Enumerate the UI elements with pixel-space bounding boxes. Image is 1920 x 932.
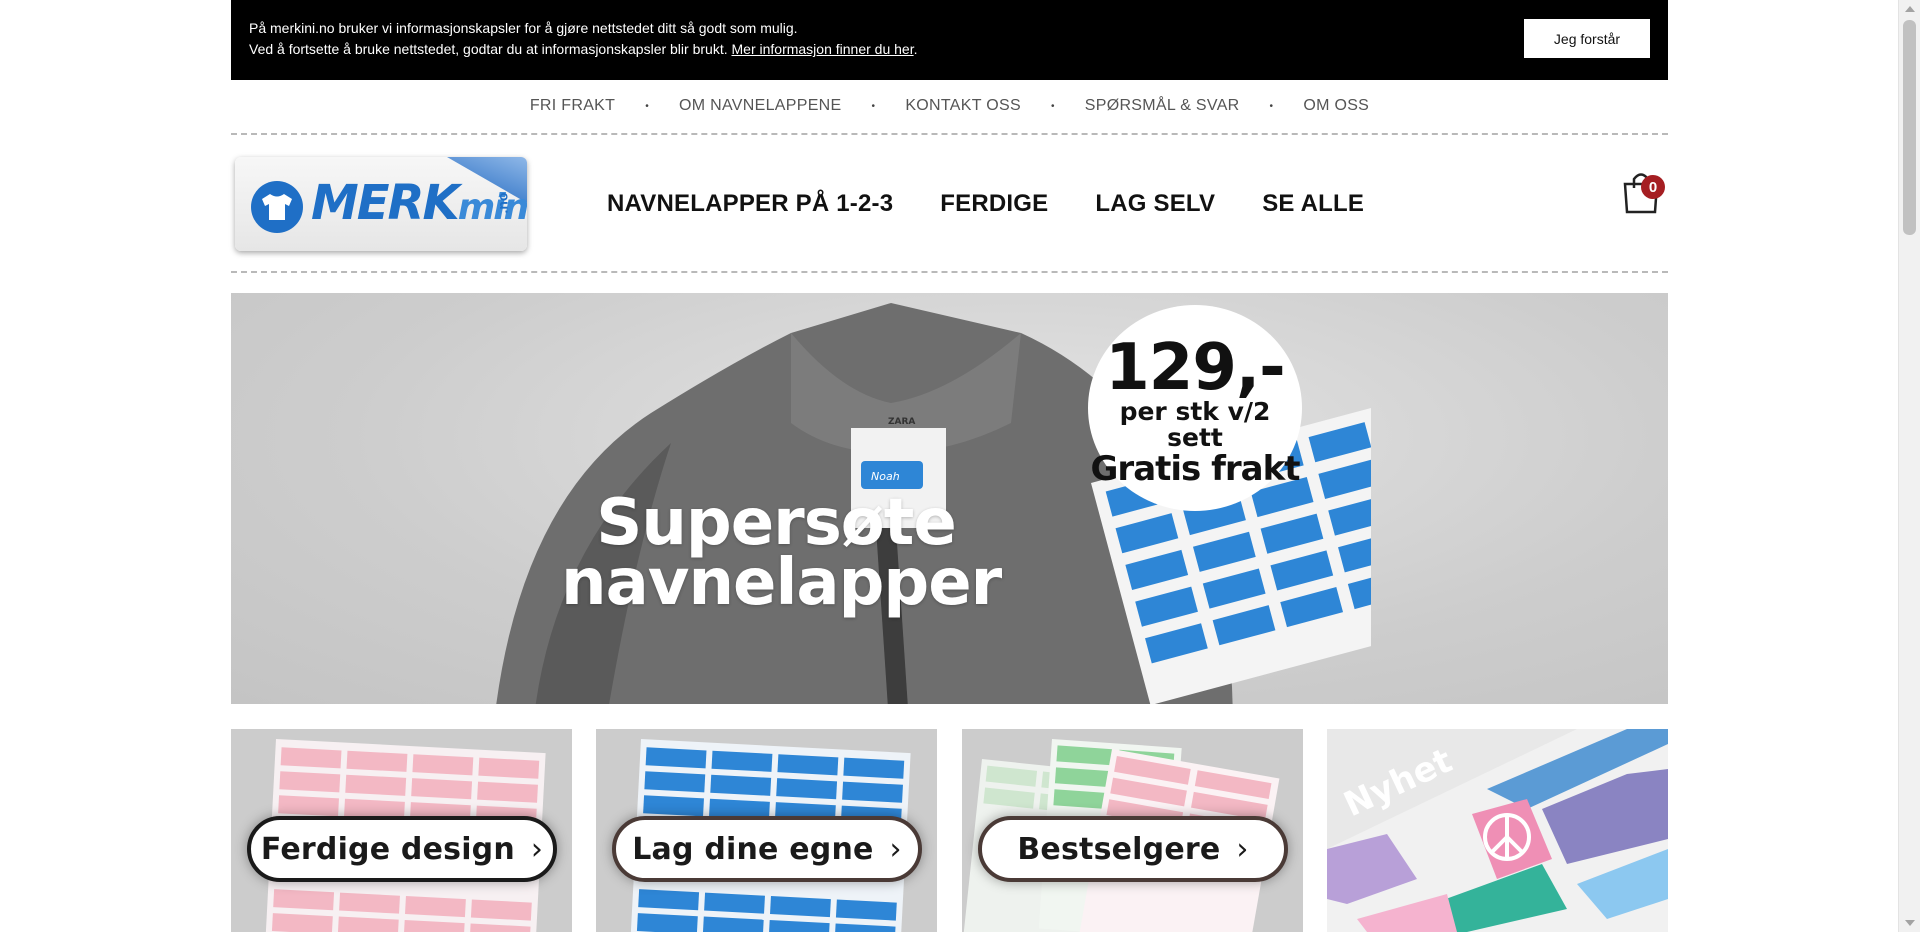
cookie-more-info-link[interactable]: Mer informasjon finner du her xyxy=(732,41,914,57)
cookie-banner: På merkini.no bruker vi informasjonskaps… xyxy=(231,0,1668,80)
tile-bestselgere[interactable]: Bestselgere › xyxy=(962,729,1303,932)
nav-ferdige[interactable]: FERDIGE xyxy=(940,190,1048,218)
price-badge: 129,- per stk v/2 sett Gratis frakt xyxy=(1088,305,1302,511)
toplink-kontakt-oss[interactable]: KONTAKT OSS xyxy=(905,97,1021,115)
page: På merkini.no bruker vi informasjonskaps… xyxy=(0,0,1920,932)
cookie-text-line2: Ved å fortsette å bruke nettstedet, godt… xyxy=(249,39,1650,60)
toplink-fri-frakt[interactable]: FRI FRAKT xyxy=(530,97,615,115)
chevron-right-icon: › xyxy=(530,831,544,867)
cookie-accept-button[interactable]: Jeg forstår xyxy=(1524,19,1650,58)
price-amount: 129,- xyxy=(1105,331,1285,405)
scrollbar-thumb[interactable] xyxy=(1903,20,1916,235)
nav-se-alle[interactable]: SE ALLE xyxy=(1262,190,1364,218)
cookie-period: . xyxy=(913,41,918,57)
separator-dot: • xyxy=(645,100,650,112)
free-shipping-text: Gratis frakt xyxy=(1090,449,1301,489)
scroll-up-arrow-icon[interactable] xyxy=(1905,6,1915,12)
dashed-divider-top xyxy=(231,133,1668,135)
nav-lag-selv[interactable]: LAG SELV xyxy=(1095,190,1215,218)
ferdige-design-button[interactable]: Ferdige design › xyxy=(247,816,557,882)
lag-dine-egne-label: Lag dine egne xyxy=(632,831,874,867)
hero-title-line1: Supersøte xyxy=(596,486,957,560)
tile-nyhet[interactable]: Nyhet xyxy=(1327,729,1668,932)
hero-title-line2: navnelapper xyxy=(561,546,1002,620)
ferdige-design-label: Ferdige design xyxy=(260,831,515,867)
top-links-nav: FRI FRAKT • OM NAVNELAPPENE • KONTAKT OS… xyxy=(231,80,1668,132)
cookie-text-line2-body: Ved å fortsette å bruke nettstedet, godt… xyxy=(249,41,728,57)
price-per-set: per stk v/2 sett xyxy=(1119,397,1271,452)
jacket-label-brand: ZARA xyxy=(888,417,915,427)
dashed-divider-bottom xyxy=(231,271,1668,273)
tshirt-icon xyxy=(251,181,303,233)
lag-dine-egne-button[interactable]: Lag dine egne › xyxy=(612,816,922,882)
toplink-om-oss[interactable]: OM OSS xyxy=(1303,97,1369,115)
cart-count-badge: 0 xyxy=(1641,175,1665,199)
bestselgere-button[interactable]: Bestselgere › xyxy=(978,816,1288,882)
tile-lag-dine-egne[interactable]: Lag dine egne › xyxy=(596,729,937,932)
tile-ferdige-design[interactable]: Ferdige design › xyxy=(231,729,572,932)
hero-title: Supersøte navnelapper xyxy=(561,486,1002,620)
main-nav: NAVNELAPPER PÅ 1-2-3 FERDIGE LAG SELV SE… xyxy=(607,190,1364,218)
logo-tld: .no xyxy=(494,192,511,214)
scroll-down-arrow-icon[interactable] xyxy=(1905,920,1915,926)
page-scrollbar[interactable] xyxy=(1898,0,1920,932)
logo-word-sub: mini xyxy=(457,187,527,228)
separator-dot: • xyxy=(1050,100,1055,112)
toplink-sporsmal-svar[interactable]: SPØRSMÅL & SVAR xyxy=(1085,97,1240,115)
separator-dot: • xyxy=(1269,100,1274,112)
chevron-right-icon: › xyxy=(1236,831,1249,867)
site-logo[interactable]: MERKmini .no xyxy=(235,157,527,251)
chevron-right-icon: › xyxy=(889,831,902,867)
logo-word-main: MERK xyxy=(311,175,460,231)
toplink-om-navnelappene[interactable]: OM NAVNELAPPENE xyxy=(679,97,841,115)
nyhet-stickers-image: Nyhet xyxy=(1327,729,1668,932)
bestselgere-label: Bestselgere xyxy=(1017,831,1221,867)
hero-banner[interactable]: ZARA Noah Supersøte navnelapper 129,- pe… xyxy=(231,293,1668,704)
jacket-sticker-name: Noah xyxy=(871,470,900,483)
nav-navnelapper-pa-123[interactable]: NAVNELAPPER PÅ 1-2-3 xyxy=(607,190,893,218)
separator-dot: • xyxy=(871,100,876,112)
cookie-text-line1: På merkini.no bruker vi informasjonskaps… xyxy=(249,20,798,36)
